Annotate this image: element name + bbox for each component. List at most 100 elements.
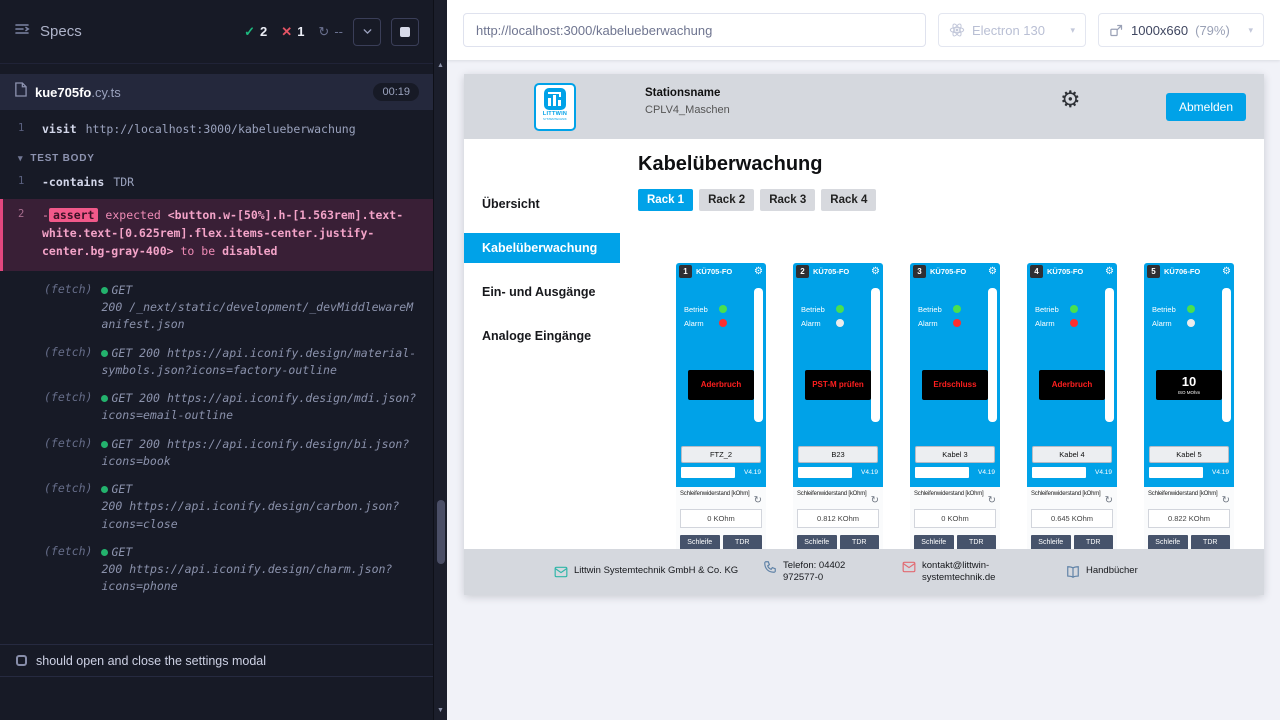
alarm-led xyxy=(836,319,844,327)
fetch-log-row[interactable]: (fetch) GET 200https://api.iconify.desig… xyxy=(14,345,419,380)
scroll-up-arrow-icon[interactable]: ▲ xyxy=(434,62,447,69)
command-contains[interactable]: 1 -containsTDR xyxy=(0,171,433,194)
rack-tab-label: Rack 4 xyxy=(830,194,867,206)
device-gear-icon[interactable]: ⚙ xyxy=(871,267,880,277)
command-log: 1 visithttp://localhost:3000/kabelueberw… xyxy=(0,110,433,596)
url-input[interactable] xyxy=(463,13,926,47)
fetch-log-row[interactable]: (fetch) GET 200https://api.iconify.desig… xyxy=(14,390,419,425)
schleife-button[interactable]: Schleife xyxy=(680,535,720,550)
rack-tabs: Rack 1 Rack 2 Rack 3 Rack 4 xyxy=(638,189,1264,211)
fetch-log-row[interactable]: (fetch) GET 200https://api.iconify.desig… xyxy=(14,544,419,596)
cable-select[interactable] xyxy=(915,467,969,478)
betrieb-label: Betrieb xyxy=(1035,305,1065,314)
fetch-log-row[interactable]: (fetch) GET 200https://api.iconify.desig… xyxy=(14,436,419,471)
tdr-button[interactable]: TDR xyxy=(1074,535,1114,550)
fetch-log-row[interactable]: (fetch) GET 200/_next/static/development… xyxy=(14,282,419,334)
mail-icon xyxy=(902,560,916,574)
failed-count: 1 xyxy=(297,24,304,39)
cable-select[interactable] xyxy=(798,467,852,478)
footer-manuals[interactable]: Handbücher xyxy=(1066,565,1138,579)
failed-assertion[interactable]: 2 -assert expected <button.w-[50%].h-[1.… xyxy=(0,199,433,270)
resistance-label: Schleifenwiderstand [kOhm] xyxy=(1031,491,1113,497)
next-test-row[interactable]: should open and close the settings modal xyxy=(0,644,433,677)
device-card: 3 KÜ705-FO ⚙ Betrieb xyxy=(910,263,1000,593)
chevron-down-icon: ▾ xyxy=(1248,25,1253,36)
refresh-icon[interactable]: ↻ xyxy=(988,496,996,506)
rack-tab[interactable]: Rack 1 xyxy=(638,189,693,211)
station-value: CPLV4_Maschen xyxy=(645,104,730,116)
firmware-version: V4.19 xyxy=(1212,469,1229,476)
cable-name: Kabel 3 xyxy=(915,446,995,463)
device-gear-icon[interactable]: ⚙ xyxy=(1222,267,1231,277)
fetch-status: GET 200 xyxy=(111,391,159,405)
nav-item[interactable]: Analoge Eingänge xyxy=(464,321,620,351)
device-model: KÜ706-FO xyxy=(1164,267,1219,276)
tdr-button[interactable]: TDR xyxy=(840,535,880,550)
book-icon xyxy=(1066,565,1080,579)
settings-gear-icon[interactable]: ⚙ xyxy=(1060,88,1081,111)
rack-tab[interactable]: Rack 2 xyxy=(699,189,754,211)
stop-run-button[interactable] xyxy=(391,18,419,46)
firmware-version: V4.19 xyxy=(978,469,995,476)
schleife-button[interactable]: Schleife xyxy=(797,535,837,550)
cable-select[interactable] xyxy=(1032,467,1086,478)
tdr-button[interactable]: TDR xyxy=(1191,535,1231,550)
app-main: Kabelüberwachung Rack 1 Rack 2 Rack 3 xyxy=(620,139,1264,595)
device-cards: 1 KÜ705-FO ⚙ Betrieb xyxy=(676,263,1264,593)
refresh-icon[interactable]: ↻ xyxy=(1222,496,1230,506)
cable-select[interactable] xyxy=(681,467,735,478)
resistance-label: Schleifenwiderstand [kOhm] xyxy=(680,491,762,497)
fetch-log-row[interactable]: (fetch) GET 200https://api.iconify.desig… xyxy=(14,481,419,533)
cable-select[interactable] xyxy=(1149,467,1203,478)
spec-file-row[interactable]: kue705fo.cy.ts 00:19 xyxy=(0,74,433,110)
tdr-button[interactable]: TDR xyxy=(957,535,997,550)
spec-file-name: kue705fo.cy.ts xyxy=(35,85,121,100)
tdr-button[interactable]: TDR xyxy=(723,535,763,550)
schleife-button[interactable]: Schleife xyxy=(1031,535,1071,550)
fetch-status: GET 200 xyxy=(111,346,159,360)
nav-item[interactable]: Kabelüberwachung xyxy=(464,233,620,263)
pending-count: -- xyxy=(334,24,343,39)
logout-button[interactable]: Abmelden xyxy=(1166,93,1246,121)
specs-collapse-icon[interactable] xyxy=(14,21,30,42)
footer-email[interactable]: kontakt@littwin-systemtechnik.de xyxy=(902,560,1042,584)
nav-item[interactable]: Übersicht xyxy=(464,189,620,219)
betrieb-led xyxy=(1187,305,1195,313)
schleife-button[interactable]: Schleife xyxy=(1148,535,1188,550)
status-display: Erdschluss xyxy=(922,370,988,400)
device-model: KÜ705-FO xyxy=(930,267,985,276)
refresh-icon[interactable]: ↻ xyxy=(754,496,762,506)
footer-phone[interactable]: Telefon: 04402 972577-0 xyxy=(763,560,878,584)
nav-item[interactable]: Ein- und Ausgänge xyxy=(464,277,620,307)
stop-icon xyxy=(400,27,410,37)
viewport-select[interactable]: 1000x660 (79%) ▾ xyxy=(1098,13,1264,47)
scrollbar-thumb[interactable] xyxy=(437,500,445,564)
device-gear-icon[interactable]: ⚙ xyxy=(988,267,997,277)
refresh-icon[interactable]: ↻ xyxy=(871,496,879,506)
command-visit[interactable]: 1 visithttp://localhost:3000/kabelueberw… xyxy=(0,118,433,141)
alarm-led xyxy=(1187,319,1195,327)
rack-tab[interactable]: Rack 3 xyxy=(760,189,815,211)
failed-icon: ✕ xyxy=(281,24,292,40)
device-gear-icon[interactable]: ⚙ xyxy=(754,267,763,277)
status-ok-dot xyxy=(101,395,108,402)
device-model: KÜ705-FO xyxy=(1047,267,1102,276)
cable-name: Kabel 4 xyxy=(1032,446,1112,463)
rack-tab[interactable]: Rack 4 xyxy=(821,189,876,211)
refresh-icon[interactable]: ↻ xyxy=(1105,496,1113,506)
test-body-section-header[interactable]: ▾ TEST BODY xyxy=(0,141,433,171)
scroll-down-arrow-icon[interactable]: ▼ xyxy=(434,707,447,714)
pending-stat: ↻-- xyxy=(318,24,343,40)
betrieb-led xyxy=(1070,305,1078,313)
browser-select[interactable]: Electron 130 ▾ xyxy=(938,13,1086,47)
app-body: Übersicht Kabelüberwachung Ein- und Ausg… xyxy=(464,139,1264,595)
reporter-scrollbar[interactable]: ▲ ▼ xyxy=(433,0,447,720)
betrieb-led xyxy=(836,305,844,313)
resistance-value: 0.645 KOhm xyxy=(1031,509,1113,528)
schleife-button[interactable]: Schleife xyxy=(914,535,954,550)
device-gear-icon[interactable]: ⚙ xyxy=(1105,267,1114,277)
reporter-dropdown-button[interactable] xyxy=(353,18,381,46)
betrieb-label: Betrieb xyxy=(684,305,714,314)
rack-tab-label: Rack 2 xyxy=(708,194,745,206)
passed-icon: ✓ xyxy=(244,24,255,40)
